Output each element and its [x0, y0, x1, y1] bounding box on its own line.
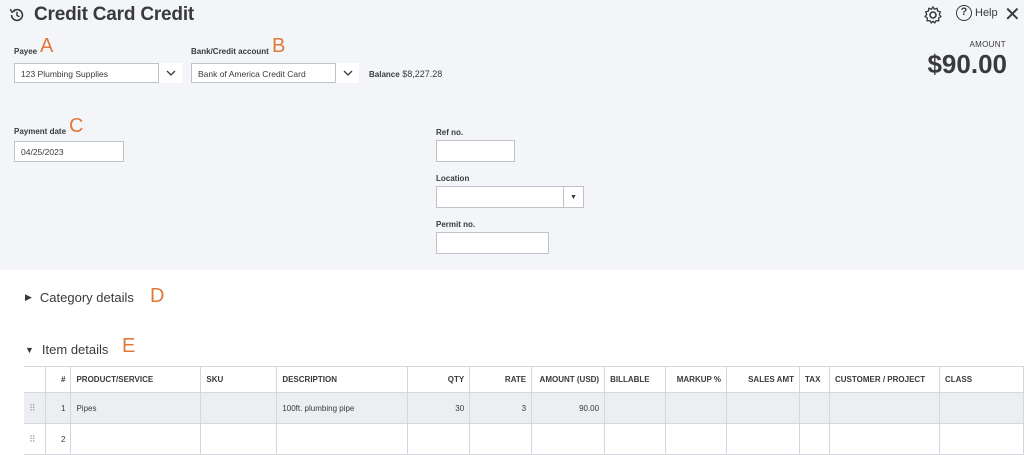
bank-account-dropdown-button[interactable]	[335, 63, 359, 83]
description-cell[interactable]	[276, 423, 409, 455]
marker-c: C	[69, 115, 84, 137]
sales-amt-cell[interactable]	[726, 392, 801, 424]
column-header-tax: TAX	[799, 366, 830, 393]
column-header-amount: AMOUNT (USD)	[531, 366, 606, 393]
product-cell[interactable]	[70, 423, 202, 455]
table-header-row: # PRODUCT/SERVICE SKU DESCRIPTION QTY RA…	[24, 366, 1024, 393]
table-row[interactable]: ⠿ 2	[24, 423, 1024, 455]
category-details-label: Category details	[39, 290, 134, 305]
column-header-qty: QTY	[407, 366, 471, 393]
ref-no-input[interactable]	[436, 140, 515, 162]
location-label: Location	[436, 174, 470, 183]
triangle-right-icon: ▶	[25, 292, 32, 302]
close-icon[interactable]: ✕	[1004, 2, 1021, 27]
column-header-product: PRODUCT/SERVICE	[70, 366, 202, 393]
sku-cell[interactable]	[200, 423, 278, 455]
sales-amt-cell[interactable]	[726, 423, 801, 455]
billable-cell[interactable]	[604, 392, 667, 424]
amount-cell[interactable]	[531, 423, 606, 455]
payment-date-input[interactable]: 04/25/2023	[14, 141, 124, 162]
product-cell[interactable]: Pipes	[70, 392, 202, 424]
customer-cell[interactable]	[829, 423, 940, 455]
qty-cell[interactable]	[407, 423, 471, 455]
class-cell[interactable]	[939, 392, 1024, 424]
amount-cell[interactable]: 90.00	[531, 392, 606, 424]
markup-cell[interactable]	[665, 392, 728, 424]
marker-b: B	[272, 35, 286, 57]
balance-value: $8,227.28	[402, 69, 443, 79]
amount-value: $90.00	[927, 49, 1007, 79]
category-details-toggle[interactable]: ▶ Category details	[25, 290, 134, 305]
column-header-description: DESCRIPTION	[276, 366, 409, 393]
sku-cell[interactable]	[200, 392, 278, 424]
row-number: 2	[45, 423, 72, 455]
bank-account-label: Bank/Credit account	[191, 47, 269, 56]
column-header-rate: RATE	[469, 366, 533, 393]
payee-value: 123 Plumbing Supplies	[21, 69, 108, 79]
marker-a: A	[40, 35, 54, 57]
table-row[interactable]: ⠿ 1 Pipes 100ft. plumbing pipe 30 3 90.0…	[24, 392, 1024, 424]
amount-label: AMOUNT	[969, 40, 1006, 49]
drag-handle-icon[interactable]: ⠿	[24, 392, 47, 424]
column-header-class: CLASS	[939, 366, 1024, 393]
item-details-toggle[interactable]: ▼ Item details	[25, 342, 108, 357]
payment-date-value: 04/25/2023	[21, 147, 64, 157]
bank-account-value: Bank of America Credit Card	[198, 69, 306, 79]
column-header-sku: SKU	[200, 366, 278, 393]
tax-cell[interactable]	[799, 423, 830, 455]
bank-account-select[interactable]: Bank of America Credit Card	[191, 63, 359, 83]
description-cell[interactable]: 100ft. plumbing pipe	[276, 392, 409, 424]
triangle-down-icon: ▼	[25, 344, 34, 355]
payee-label: Payee	[14, 47, 38, 56]
rate-cell[interactable]: 3	[469, 392, 533, 424]
item-details-label: Item details	[41, 342, 109, 357]
column-header-billable: BILLABLE	[604, 366, 667, 393]
header-panel: Credit Card Credit ? Help ✕ AMOUNT $90.0…	[0, 0, 1024, 270]
class-cell[interactable]	[939, 423, 1024, 455]
column-header-customer: CUSTOMER / PROJECT	[829, 366, 940, 393]
column-header-drag	[24, 366, 47, 393]
row-number: 1	[45, 392, 72, 424]
ref-no-label: Ref no.	[436, 128, 464, 137]
tax-cell[interactable]	[799, 392, 830, 424]
drag-handle-icon[interactable]: ⠿	[24, 423, 47, 455]
column-header-number: #	[45, 366, 72, 393]
page-title: Credit Card Credit	[34, 4, 195, 25]
rate-cell[interactable]	[469, 423, 533, 455]
customer-cell[interactable]	[829, 392, 940, 424]
chevron-down-icon	[343, 70, 352, 76]
billable-cell[interactable]	[604, 423, 667, 455]
payment-date-label: Payment date	[14, 127, 67, 136]
help-label: Help	[975, 7, 998, 19]
history-icon[interactable]	[8, 6, 26, 24]
help-icon: ?	[956, 5, 972, 21]
column-header-markup: MARKUP %	[665, 366, 728, 393]
balance-label: Balance	[369, 70, 400, 79]
qty-cell[interactable]: 30	[407, 392, 471, 424]
gear-icon[interactable]	[923, 5, 943, 25]
item-details-table: # PRODUCT/SERVICE SKU DESCRIPTION QTY RA…	[24, 366, 1024, 455]
chevron-down-icon	[166, 70, 175, 76]
column-header-sales-amt: SALES AMT	[726, 366, 801, 393]
payee-select[interactable]: 123 Plumbing Supplies	[14, 63, 182, 83]
marker-e: E	[122, 335, 136, 357]
help-button[interactable]: ? Help	[956, 5, 998, 21]
markup-cell[interactable]	[665, 423, 728, 455]
marker-d: D	[150, 285, 165, 307]
location-dropdown-button[interactable]: ▼	[563, 187, 583, 207]
permit-no-input[interactable]	[436, 232, 549, 254]
location-select[interactable]	[436, 186, 584, 208]
balance: Balance $8,227.28	[369, 69, 442, 79]
payee-dropdown-button[interactable]	[158, 63, 182, 83]
triangle-down-icon: ▼	[570, 193, 577, 201]
permit-no-label: Permit no.	[436, 220, 476, 229]
title-row: Credit Card Credit	[8, 4, 194, 26]
